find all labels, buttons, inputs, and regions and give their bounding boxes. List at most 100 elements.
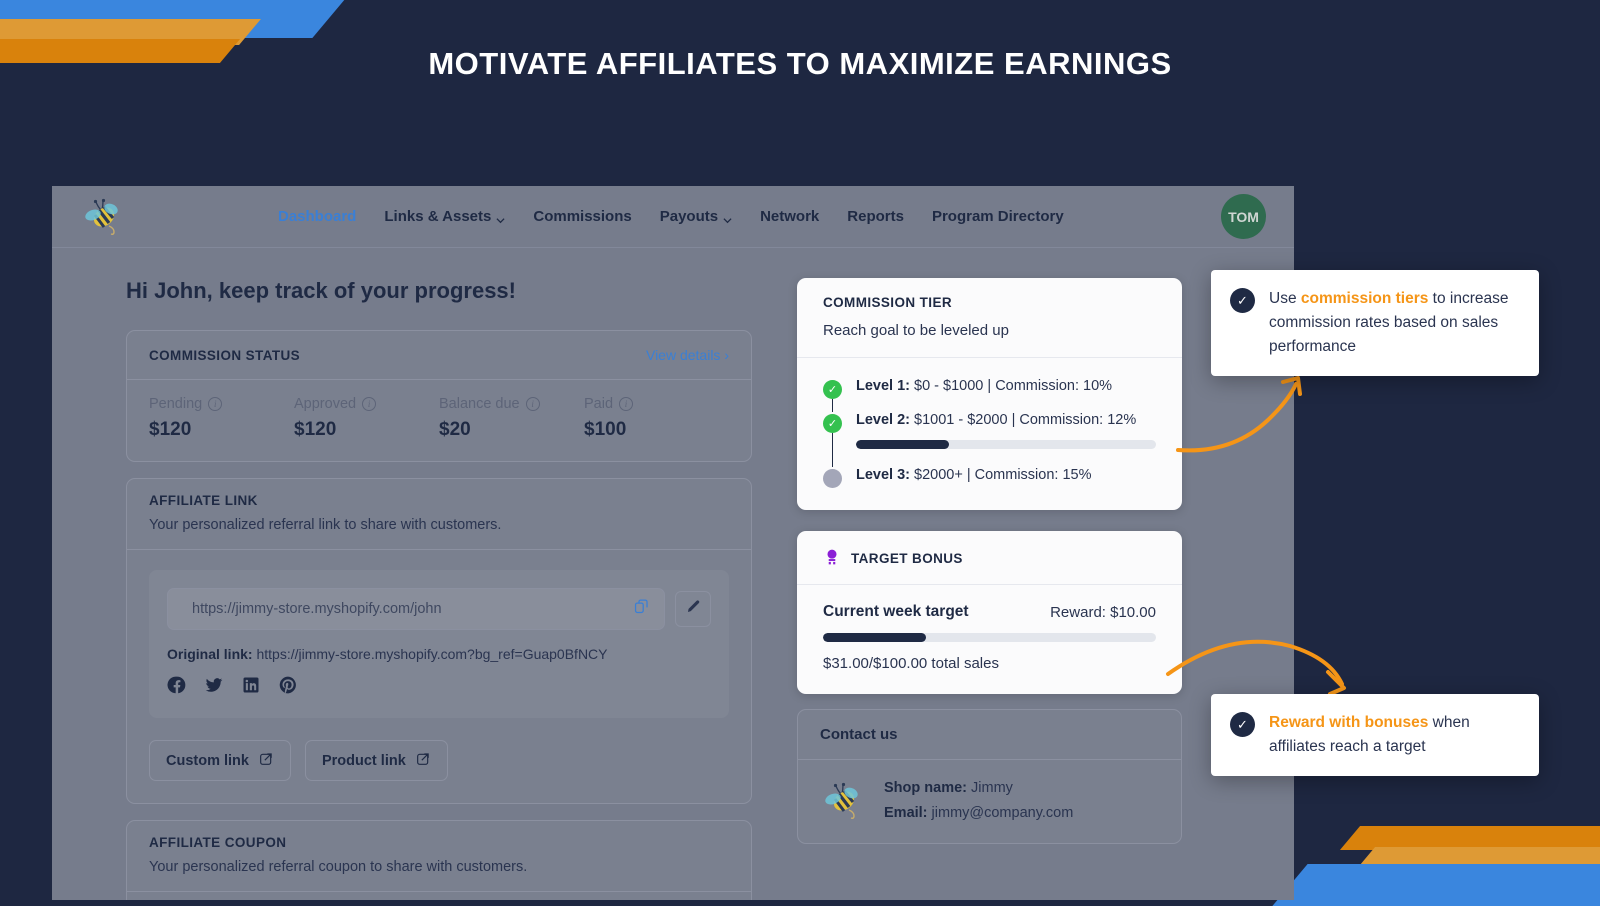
social-share-row <box>167 675 711 700</box>
callout-highlight: commission tiers <box>1300 290 1429 307</box>
edit-link-button[interactable] <box>675 591 711 627</box>
facebook-icon[interactable] <box>167 675 187 700</box>
avatar[interactable]: TOM <box>1221 194 1266 239</box>
target-total-sales: $31.00/$100.00 total sales <box>823 655 999 672</box>
shop-name-value: Jimmy <box>966 780 1013 796</box>
shop-name-row: Shop name: Jimmy <box>884 776 1073 801</box>
copy-icon[interactable] <box>633 598 650 620</box>
contact-details: Shop name: Jimmy Email: jimmy@company.co… <box>884 776 1073 827</box>
tier-text: Level 2: $1001 - $2000 | Commission: 12% <box>856 412 1156 428</box>
email-label: Email: <box>884 805 928 822</box>
target-bonus-row: Current week target Reward: $10.00 <box>823 603 1156 621</box>
pinterest-icon[interactable] <box>278 675 298 700</box>
info-icon[interactable]: i <box>208 397 223 411</box>
link-buttons-row: Custom link Product link <box>127 740 751 803</box>
contact-title: Contact us <box>798 710 1181 760</box>
card-description: Your personalized referral link to share… <box>149 517 502 533</box>
nav-item-dashboard[interactable]: Dashboard <box>278 208 356 225</box>
tier-level-1: ✓ Level 1: $0 - $1000 | Commission: 10% <box>823 378 1156 412</box>
stat-label-text: Pending <box>149 396 203 412</box>
nav-label: Commissions <box>533 208 632 225</box>
custom-link-button[interactable]: Custom link <box>149 740 291 781</box>
email-row: Email: jimmy@company.com <box>884 801 1073 826</box>
stat-balance-due: Balance due i $20 <box>439 396 584 441</box>
twitter-icon[interactable] <box>204 675 224 700</box>
tier-body: Level 1: $0 - $1000 | Commission: 10% <box>856 378 1156 412</box>
original-link: Original link: https://jimmy-store.mysho… <box>167 646 711 662</box>
view-details-link[interactable]: View details › <box>646 347 729 363</box>
card-description: Your personalized referral coupon to sha… <box>149 859 528 875</box>
nav-item-reports[interactable]: Reports <box>847 208 904 225</box>
stat-approved: Approved i $120 <box>294 396 439 441</box>
stat-pending: Pending i $120 <box>149 396 294 441</box>
tier-name: Level 2: <box>856 412 910 428</box>
affiliate-link-input[interactable]: https://jimmy-store.myshopify.com/john <box>167 588 665 630</box>
locked-circle-icon <box>823 469 842 488</box>
shop-name-label: Shop name: <box>884 780 967 796</box>
card-title: AFFILIATE COUPON <box>149 835 287 850</box>
tier-level-3: Level 3: $2000+ | Commission: 15% <box>823 467 1156 488</box>
card-title: COMMISSION TIER <box>823 295 953 310</box>
app-window: Dashboard Links & Assets Commissions Pay… <box>52 186 1294 900</box>
tier-connector <box>831 433 834 467</box>
stat-label-text: Approved <box>294 396 357 412</box>
stat-label: Paid i <box>584 396 729 412</box>
callout-reward-bonuses: ✓ Reward with bonuses when affiliates re… <box>1211 694 1539 777</box>
nav-label: Program Directory <box>931 208 1064 225</box>
info-icon[interactable]: i <box>619 397 634 411</box>
bee-logo-icon <box>80 193 128 241</box>
card-title: TARGET BONUS <box>851 551 963 566</box>
callout-text: Use commission tiers to increase commiss… <box>1269 287 1517 359</box>
stat-value: $20 <box>439 419 471 440</box>
callout-highlight: Reward with bonuses <box>1269 714 1429 731</box>
chevron-down-icon <box>723 212 732 224</box>
tier-body: Level 2: $1001 - $2000 | Commission: 12% <box>856 412 1156 467</box>
card-title-row: TARGET BONUS <box>823 548 1156 569</box>
tier-detail: $2000+ | Commission: 15% <box>910 467 1092 483</box>
stat-label-text: Paid <box>584 396 614 412</box>
product-link-label: Product link <box>321 752 406 769</box>
tier-text: Level 3: $2000+ | Commission: 15% <box>856 467 1156 483</box>
target-reward: Reward: $10.00 <box>1050 603 1156 621</box>
coupon-table-header: Coupon code Discount amount Note <box>127 891 751 900</box>
info-icon[interactable]: i <box>525 397 540 411</box>
callout-text: Reward with bonuses when affiliates reac… <box>1269 711 1517 759</box>
target-label: Current week target <box>823 603 969 620</box>
affiliate-coupon-header: AFFILIATE COUPON Your personalized refer… <box>127 821 751 891</box>
dashboard-right-column: COMMISSION TIER Reach goal to be leveled… <box>752 278 1182 900</box>
tier-detail: $1001 - $2000 | Commission: 12% <box>910 412 1137 428</box>
nav-item-network[interactable]: Network <box>760 208 819 225</box>
chevron-down-icon <box>496 212 505 224</box>
nav-item-payouts[interactable]: Payouts <box>660 208 732 225</box>
target-bonus-header: TARGET BONUS <box>797 531 1182 585</box>
nav-item-commissions[interactable]: Commissions <box>533 208 631 225</box>
product-link-button[interactable]: Product link <box>304 740 448 781</box>
check-circle-icon: ✓ <box>823 380 842 399</box>
tier-marker <box>823 467 842 488</box>
custom-link-label: Custom link <box>166 752 249 769</box>
tier-text: Level 1: $0 - $1000 | Commission: 10% <box>856 378 1156 394</box>
affiliate-link-card: AFFILIATE LINK Your personalized referra… <box>126 478 752 804</box>
app-navbar: Dashboard Links & Assets Commissions Pay… <box>52 186 1294 248</box>
card-subtitle: Reach goal to be leveled up <box>823 322 1009 339</box>
nav-label: Payouts <box>659 208 719 225</box>
page-title: Hi John, keep track of your progress! <box>126 278 516 303</box>
tier-connector <box>831 399 834 412</box>
tier-detail: $0 - $1000 | Commission: 10% <box>910 378 1113 394</box>
pencil-edit-icon <box>685 598 702 620</box>
target-progress-bar <box>823 633 1156 642</box>
external-link-icon <box>416 751 431 770</box>
stat-value: $120 <box>294 419 337 440</box>
card-title: COMMISSION STATUS <box>149 347 301 363</box>
commission-tier-card: COMMISSION TIER Reach goal to be leveled… <box>797 278 1182 510</box>
contact-body: Shop name: Jimmy Email: jimmy@company.co… <box>798 760 1181 843</box>
stat-label-text: Balance due <box>439 396 520 412</box>
check-circle-icon: ✓ <box>823 414 842 433</box>
info-icon[interactable]: i <box>362 397 377 411</box>
stat-label: Approved i <box>294 396 439 412</box>
target-bonus-card: TARGET BONUS Current week target Reward:… <box>797 531 1182 694</box>
nav-item-links-assets[interactable]: Links & Assets <box>384 208 505 225</box>
linkedin-icon[interactable] <box>241 675 261 700</box>
original-link-value: https://jimmy-store.myshopify.com?bg_ref… <box>256 646 608 662</box>
nav-item-program-directory[interactable]: Program Directory <box>932 208 1064 225</box>
